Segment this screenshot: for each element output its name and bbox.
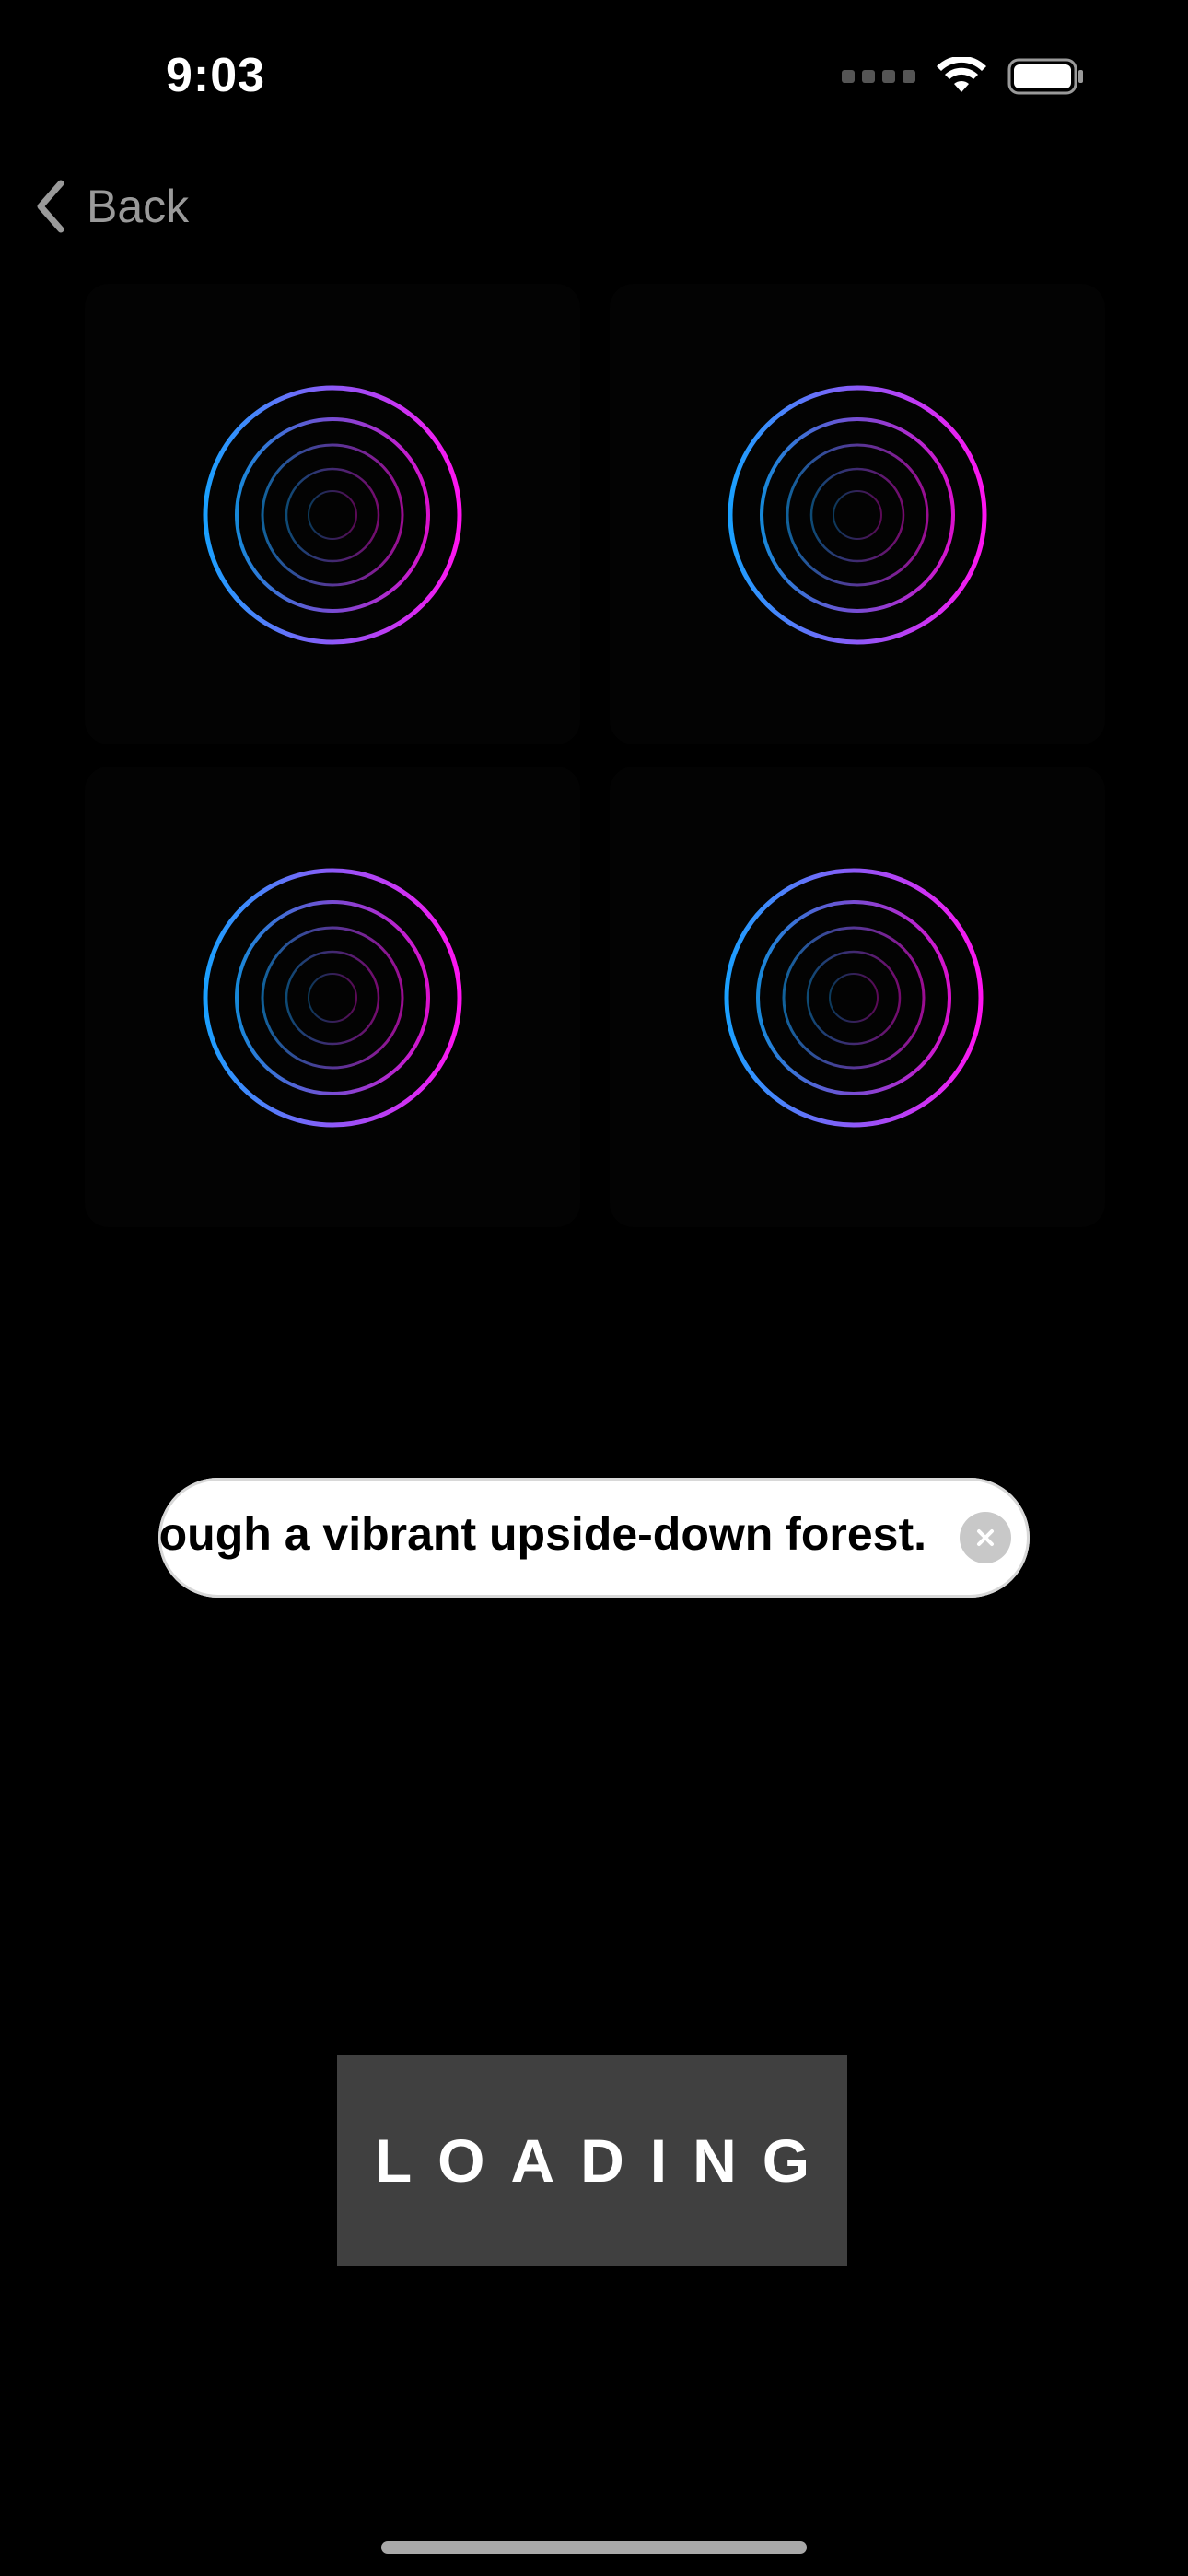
concentric-rings-icon [203, 385, 462, 645]
chevron-left-icon [37, 180, 64, 233]
prompt-input[interactable]: Walking through a vibrant upside-down fo… [158, 1478, 1030, 1598]
prompt-text: Walking through a vibrant upside-down fo… [158, 1508, 926, 1560]
loading-button[interactable]: LOADING [337, 2055, 847, 2266]
wifi-icon [937, 57, 986, 92]
concentric-rings-icon [203, 868, 462, 1128]
status-icons [842, 57, 1085, 96]
generated-image-tile-3[interactable] [85, 767, 580, 1227]
concentric-rings-icon [728, 385, 987, 645]
clear-circle-icon[interactable] [960, 1512, 1011, 1563]
generated-image-tile-1[interactable] [85, 284, 580, 744]
back-label: Back [87, 181, 190, 232]
cellular-signal-icon [842, 70, 915, 83]
back-button[interactable]: Back [35, 180, 189, 233]
generated-image-tile-4[interactable] [610, 767, 1105, 1227]
screen: 9:03 Back ough a vibrant upside-down for… [0, 0, 1188, 2576]
home-indicator[interactable] [381, 2541, 807, 2554]
status-time: 9:03 [166, 49, 266, 102]
battery-icon [1007, 58, 1083, 95]
generated-image-tile-2[interactable] [610, 284, 1105, 744]
concentric-rings-icon [724, 868, 984, 1128]
